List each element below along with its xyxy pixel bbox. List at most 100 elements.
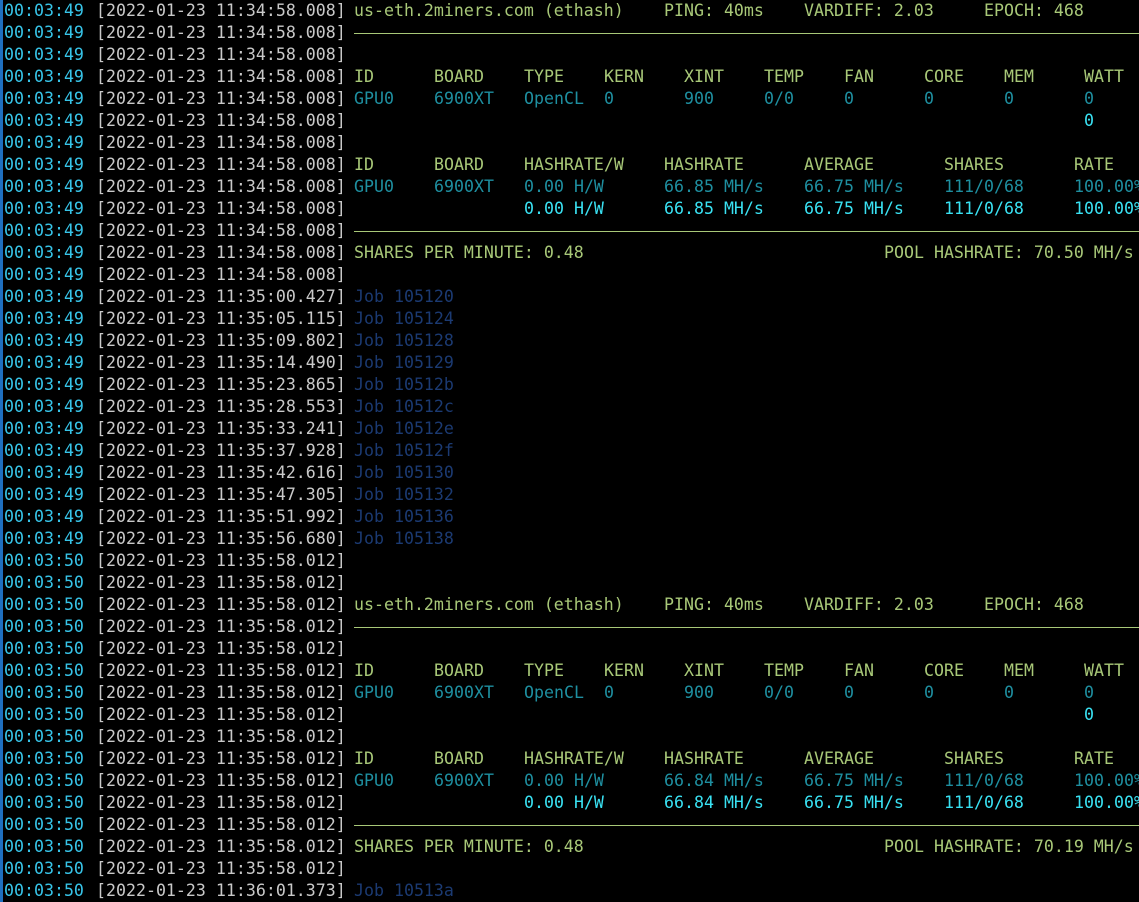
job-entry: Job 10512e — [354, 419, 454, 438]
log-timestamp: [2022-01-23 11:34:58.008] — [96, 199, 346, 218]
gpu-data-cell: 0.00 H/W — [524, 771, 604, 790]
uptime-stamp: 00:03:50 — [4, 815, 84, 834]
log-timestamp: [2022-01-23 11:35:05.115] — [96, 309, 346, 328]
uptime-stamp: 00:03:49 — [4, 287, 84, 306]
status-header-text: WATT — [1084, 661, 1124, 680]
separator-line — [354, 825, 1139, 826]
uptime-stamp: 00:03:50 — [4, 837, 84, 856]
total-value-cell: 100.00% — [1074, 199, 1139, 218]
status-header-text: MEM — [1004, 67, 1034, 86]
log-line: 00:03:49 [2022-01-23 11:35:05.115] Job 105… — [4, 308, 1139, 330]
gpu-data-cell: 0/0 — [764, 89, 794, 108]
uptime-stamp: 00:03:49 — [4, 89, 84, 108]
status-header-text: PING: 40ms — [664, 595, 764, 614]
gpu-data-cell: 0 — [604, 683, 614, 702]
total-value-cell: 66.85 MH/s — [664, 199, 764, 218]
total-value-cell: 111/0/68 — [944, 199, 1024, 218]
log-line: 00:03:49 [2022-01-23 11:35:42.616] Job 105… — [4, 462, 1139, 484]
gpu-data-cell: GPU0 — [354, 683, 394, 702]
log-line: 00:03:50 [2022-01-23 11:35:58.012] GPU0 690… — [4, 682, 1139, 704]
uptime-stamp: 00:03:49 — [4, 265, 84, 284]
status-header-text: BOARD — [434, 155, 484, 174]
status-header-text: RATE — [1074, 155, 1114, 174]
uptime-stamp: 00:03:49 — [4, 1, 84, 20]
uptime-stamp: 00:03:49 — [4, 177, 84, 196]
log-timestamp: [2022-01-23 11:35:58.012] — [96, 551, 346, 570]
job-entry: Job 10512c — [354, 397, 454, 416]
log-timestamp: [2022-01-23 11:34:58.008] — [96, 243, 346, 262]
separator-line — [354, 231, 1139, 232]
status-header-text: BOARD — [434, 661, 484, 680]
log-line: 00:03:50 [2022-01-23 11:35:58.012] — [4, 858, 1139, 880]
separator-line — [354, 627, 1139, 628]
log-timestamp: [2022-01-23 11:35:33.241] — [96, 419, 346, 438]
job-entry: Job 105130 — [354, 463, 454, 482]
log-line: 00:03:49 [2022-01-23 11:35:09.802] Job 105… — [4, 330, 1139, 352]
log-line: 00:03:49 [2022-01-23 11:35:56.680] Job 105… — [4, 528, 1139, 550]
uptime-stamp: 00:03:49 — [4, 331, 84, 350]
job-entry: Job 105120 — [354, 287, 454, 306]
log-line: 00:03:50 [2022-01-23 11:35:58.012] 0 — [4, 704, 1139, 726]
gpu-data-cell: 0 — [604, 89, 614, 108]
status-header-text: HASHRATE — [664, 155, 744, 174]
uptime-stamp: 00:03:50 — [4, 859, 84, 878]
uptime-stamp: 00:03:50 — [4, 727, 84, 746]
total-value-cell: 66.75 MH/s — [804, 793, 904, 812]
total-value-cell: 111/0/68 — [944, 793, 1024, 812]
terminal-window[interactable]: 00:03:49 [2022-01-23 11:34:58.008] us-eth.… — [0, 0, 1139, 902]
uptime-stamp: 00:03:50 — [4, 749, 84, 768]
log-line: 00:03:49 [2022-01-23 11:35:00.427] Job 105… — [4, 286, 1139, 308]
gpu-data-cell: 0.00 H/W — [524, 177, 604, 196]
status-header-text: HASHRATE — [664, 749, 744, 768]
log-timestamp: [2022-01-23 11:34:58.008] — [96, 23, 346, 42]
log-timestamp: [2022-01-23 11:35:58.012] — [96, 837, 346, 856]
status-header-text: KERN — [604, 661, 644, 680]
uptime-stamp: 00:03:49 — [4, 507, 84, 526]
log-line: 00:03:49 [2022-01-23 11:34:58.008] — [4, 44, 1139, 66]
log-line: 00:03:50 [2022-01-23 11:35:58.012] us-eth.… — [4, 594, 1139, 616]
log-timestamp: [2022-01-23 11:35:23.865] — [96, 375, 346, 394]
status-header-text: MEM — [1004, 661, 1034, 680]
job-entry: Job 105124 — [354, 309, 454, 328]
log-line: 00:03:50 [2022-01-23 11:35:58.012] — [4, 616, 1139, 638]
total-value-cell: 66.84 MH/s — [664, 793, 764, 812]
log-timestamp: [2022-01-23 11:35:58.012] — [96, 705, 346, 724]
uptime-stamp: 00:03:49 — [4, 221, 84, 240]
log-line: 00:03:49 [2022-01-23 11:35:51.992] Job 105… — [4, 506, 1139, 528]
uptime-stamp: 00:03:49 — [4, 243, 84, 262]
status-header-text: ID — [354, 749, 374, 768]
uptime-stamp: 00:03:49 — [4, 45, 84, 64]
log-line: 00:03:50 [2022-01-23 11:36:01.373] Job 105… — [4, 880, 1139, 902]
total-value-cell: 0.00 H/W — [524, 199, 604, 218]
log-timestamp: [2022-01-23 11:35:58.012] — [96, 573, 346, 592]
log-timestamp: [2022-01-23 11:34:58.008] — [96, 111, 346, 130]
log-timestamp: [2022-01-23 11:34:58.008] — [96, 67, 346, 86]
gpu-data-cell: 0 — [1084, 683, 1094, 702]
log-timestamp: [2022-01-23 11:34:58.008] — [96, 45, 346, 64]
status-header-text: CORE — [924, 661, 964, 680]
log-timestamp: [2022-01-23 11:35:47.305] — [96, 485, 346, 504]
status-header-text: TEMP — [764, 67, 804, 86]
log-timestamp: [2022-01-23 11:35:42.616] — [96, 463, 346, 482]
log-line: 00:03:50 [2022-01-23 11:35:58.012] — [4, 638, 1139, 660]
total-value-cell: 0.00 H/W — [524, 793, 604, 812]
uptime-stamp: 00:03:50 — [4, 573, 84, 592]
uptime-stamp: 00:03:50 — [4, 595, 84, 614]
status-header-text: PING: 40ms — [664, 1, 764, 20]
log-line: 00:03:49 [2022-01-23 11:34:58.008] ID BOARD… — [4, 154, 1139, 176]
log-timestamp: [2022-01-23 11:35:58.012] — [96, 661, 346, 680]
uptime-stamp: 00:03:49 — [4, 375, 84, 394]
job-entry: Job 10512f — [354, 441, 454, 460]
log-timestamp: [2022-01-23 11:34:58.008] — [96, 221, 346, 240]
log-timestamp: [2022-01-23 11:35:56.680] — [96, 529, 346, 548]
gpu-data-cell: 0/0 — [764, 683, 794, 702]
gpu-data-cell: GPU0 — [354, 89, 394, 108]
log-timestamp: [2022-01-23 11:35:58.012] — [96, 683, 346, 702]
log-timestamp: [2022-01-23 11:35:58.012] — [96, 793, 346, 812]
log-timestamp: [2022-01-23 11:34:58.008] — [96, 177, 346, 196]
status-header-text: ID — [354, 661, 374, 680]
gpu-data-cell: 6900XT — [434, 683, 494, 702]
job-entry: Job 105129 — [354, 353, 454, 372]
log-line: 00:03:50 [2022-01-23 11:35:58.012] — [4, 550, 1139, 572]
gpu-data-cell: GPU0 — [354, 177, 394, 196]
